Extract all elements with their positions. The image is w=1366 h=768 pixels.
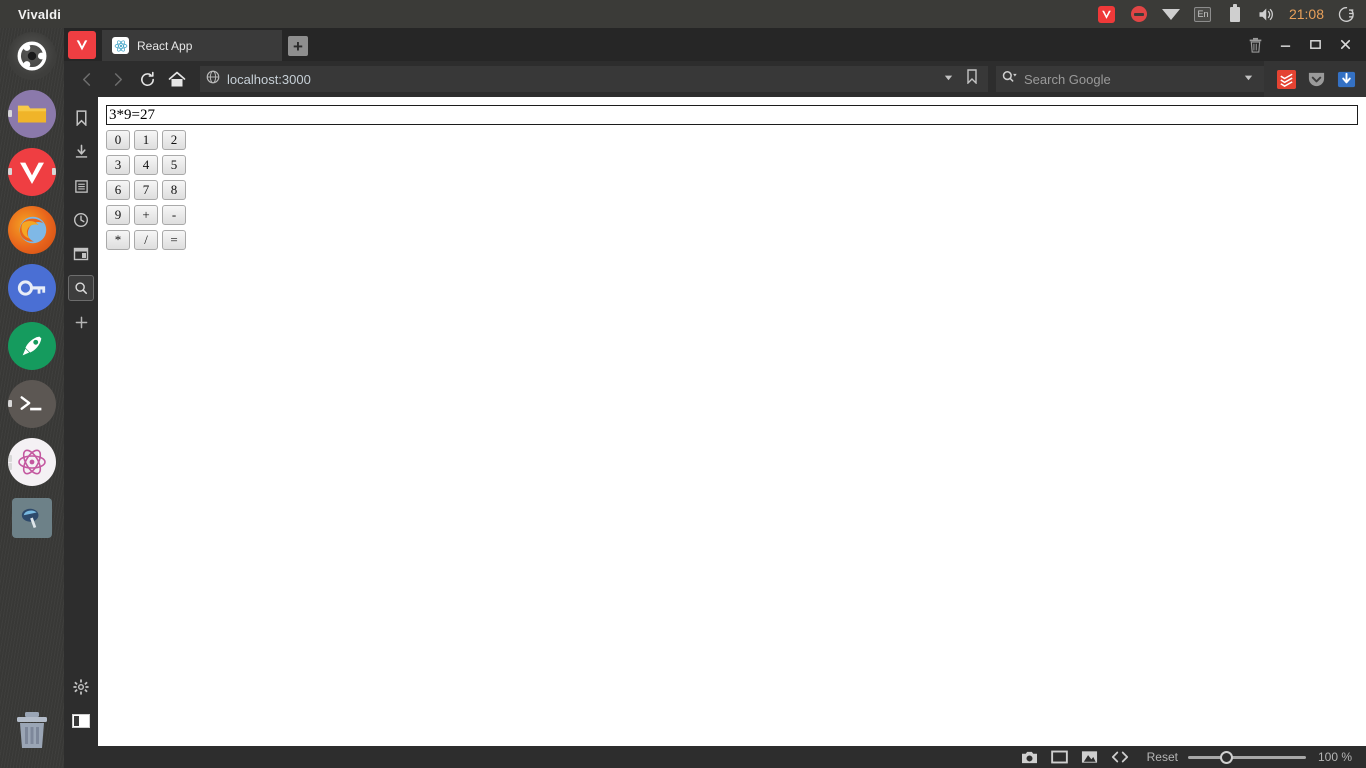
page-tiling-icon[interactable] <box>1045 746 1075 768</box>
system-top-panel: Vivaldi En 21:08 <box>0 0 1366 28</box>
calculator-keypad: 0 1 2 3 4 5 6 7 8 9 + - * / = <box>106 130 1358 250</box>
side-panel <box>64 97 98 746</box>
panel-windows[interactable] <box>68 241 94 267</box>
back-button[interactable] <box>72 64 102 94</box>
launcher-item-screenshot[interactable] <box>12 498 52 538</box>
calc-button-divide[interactable]: / <box>134 230 158 250</box>
launcher-item-software[interactable] <box>8 322 56 370</box>
address-bar: localhost:3000 Search Google <box>64 61 1366 97</box>
calc-button-minus[interactable]: - <box>162 205 186 225</box>
calc-button-3[interactable]: 3 <box>106 155 130 175</box>
calc-button-multiply[interactable]: * <box>106 230 130 250</box>
zoom-slider-knob[interactable] <box>1220 750 1233 764</box>
minimize-button[interactable] <box>1270 30 1300 60</box>
browser-content-row: 0 1 2 3 4 5 6 7 8 <box>64 97 1366 746</box>
zoom-reset-button[interactable]: Reset <box>1147 750 1178 764</box>
react-logo-icon <box>112 37 129 54</box>
calc-button-1[interactable]: 1 <box>134 130 158 150</box>
panel-toggle-button[interactable] <box>68 708 94 734</box>
calculator-row: 6 7 8 <box>106 180 1358 200</box>
url-dropdown-icon[interactable] <box>943 70 954 88</box>
search-field[interactable]: Search Google <box>996 66 1264 92</box>
calc-button-plus[interactable]: + <box>134 205 158 225</box>
launcher-item-firefox[interactable] <box>8 206 56 254</box>
calculator-display-input[interactable] <box>106 105 1358 125</box>
battery-icon[interactable] <box>1219 0 1251 28</box>
zoom-level-label: 100 % <box>1318 750 1353 764</box>
window-controls <box>1240 28 1366 61</box>
unity-launcher <box>0 28 64 768</box>
tab-bar: React App + <box>64 28 1366 61</box>
session-power-icon[interactable] <box>1330 0 1362 28</box>
launcher-item-vivaldi[interactable] <box>8 148 56 196</box>
panel-add[interactable] <box>68 309 94 335</box>
url-text: localhost:3000 <box>227 71 311 87</box>
launcher-item-atom[interactable] <box>8 438 56 486</box>
panel-history[interactable] <box>68 207 94 233</box>
toggle-images-icon[interactable] <box>1075 746 1105 768</box>
close-button[interactable] <box>1330 30 1360 60</box>
status-bar: Reset 100 % <box>64 746 1366 768</box>
keyboard-layout-label: En <box>1194 6 1212 22</box>
calculator-row: 3 4 5 <box>106 155 1358 175</box>
do-not-disturb-icon[interactable] <box>1123 0 1155 28</box>
vivaldi-menu-button[interactable] <box>68 31 96 59</box>
extension-pocket[interactable] <box>1306 69 1326 89</box>
system-tray: En 21:08 <box>1091 0 1366 28</box>
extension-todoist[interactable] <box>1276 69 1296 89</box>
panel-notes[interactable] <box>68 173 94 199</box>
bookmark-icon[interactable] <box>966 69 978 89</box>
launcher-item-files[interactable] <box>8 90 56 138</box>
calc-button-4[interactable]: 4 <box>134 155 158 175</box>
vivaldi-tray-icon[interactable] <box>1091 0 1123 28</box>
launcher-item-terminal[interactable] <box>8 380 56 428</box>
calc-button-0[interactable]: 0 <box>106 130 130 150</box>
home-button[interactable] <box>162 64 192 94</box>
keyboard-layout-icon[interactable]: En <box>1187 0 1219 28</box>
zoom-slider[interactable] <box>1188 746 1306 768</box>
launcher-item-ubuntu[interactable] <box>8 32 56 80</box>
maximize-button[interactable] <box>1300 30 1330 60</box>
zoom-slider-track <box>1188 755 1306 759</box>
panel-settings-gear-icon[interactable] <box>68 674 94 700</box>
desktop-screen: Vivaldi En 21:08 React App + localhost:3… <box>0 0 1366 768</box>
launcher-item-trash[interactable] <box>8 706 56 754</box>
capture-page-icon[interactable] <box>1015 746 1045 768</box>
calc-button-7[interactable]: 7 <box>134 180 158 200</box>
extensions-area <box>1264 61 1366 97</box>
closed-tabs-trash-icon[interactable] <box>1240 30 1270 60</box>
panel-search[interactable] <box>68 275 94 301</box>
calculator-row: * / = <box>106 230 1358 250</box>
calc-button-2[interactable]: 2 <box>162 130 186 150</box>
calculator-row: 9 + - <box>106 205 1358 225</box>
search-engine-icon[interactable] <box>1002 70 1018 88</box>
calc-button-8[interactable]: 8 <box>162 180 186 200</box>
volume-icon[interactable] <box>1251 0 1283 28</box>
system-clock[interactable]: 21:08 <box>1283 6 1330 22</box>
panel-downloads[interactable] <box>68 139 94 165</box>
panel-bookmarks[interactable] <box>68 105 94 131</box>
calc-button-equals[interactable]: = <box>162 230 186 250</box>
calc-button-6[interactable]: 6 <box>106 180 130 200</box>
calc-button-5[interactable]: 5 <box>162 155 186 175</box>
url-field[interactable]: localhost:3000 <box>200 66 988 92</box>
wifi-icon[interactable] <box>1155 0 1187 28</box>
reload-button[interactable] <box>132 64 162 94</box>
tab-title: React App <box>137 38 193 53</box>
panel-app-title: Vivaldi <box>18 6 62 22</box>
globe-icon <box>206 70 220 89</box>
search-placeholder: Search Google <box>1024 71 1111 87</box>
page-viewport: 0 1 2 3 4 5 6 7 8 <box>98 97 1366 746</box>
search-dropdown-icon[interactable] <box>1243 70 1254 88</box>
calculator-app: 0 1 2 3 4 5 6 7 8 <box>98 97 1366 250</box>
tab-react-app[interactable]: React App <box>102 30 282 61</box>
calculator-row: 0 1 2 <box>106 130 1358 150</box>
developer-tools-icon[interactable] <box>1105 746 1135 768</box>
new-tab-button[interactable]: + <box>288 36 308 56</box>
launcher-item-passwords[interactable] <box>8 264 56 312</box>
calc-button-9[interactable]: 9 <box>106 205 130 225</box>
forward-button[interactable] <box>102 64 132 94</box>
extension-download-manager[interactable] <box>1336 69 1356 89</box>
vivaldi-browser-window: React App + localhost:3000 Search Google… <box>64 28 1366 768</box>
